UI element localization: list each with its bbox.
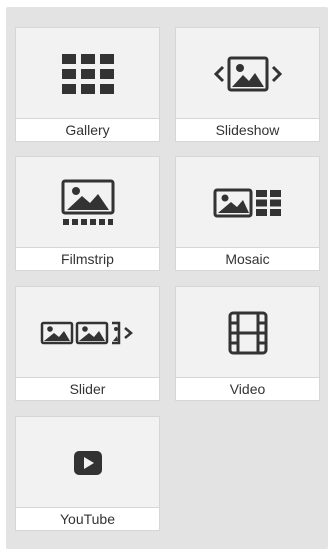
youtube-tile[interactable]: YouTube xyxy=(15,416,160,531)
film-icon xyxy=(228,311,267,355)
filmstrip-icon xyxy=(61,179,114,225)
play-icon xyxy=(73,451,102,475)
mosaic-icon xyxy=(213,188,281,218)
video-tile[interactable]: Video xyxy=(175,286,320,401)
slideshow-icon xyxy=(213,56,282,92)
mosaic-tile[interactable]: Mosaic xyxy=(175,156,320,271)
filmstrip-label: Filmstrip xyxy=(16,247,159,270)
video-label: Video xyxy=(176,377,319,400)
slideshow-tile[interactable]: Slideshow xyxy=(175,27,320,142)
gallery-label: Gallery xyxy=(16,118,159,141)
youtube-label: YouTube xyxy=(16,507,159,530)
gallery-tile[interactable]: Gallery xyxy=(15,27,160,142)
mosaic-label: Mosaic xyxy=(176,247,319,270)
slideshow-label: Slideshow xyxy=(176,118,319,141)
slider-tile[interactable]: Slider xyxy=(15,286,160,401)
slider-label: Slider xyxy=(16,377,159,400)
slider-icon xyxy=(40,321,133,345)
grid-icon xyxy=(61,54,114,94)
filmstrip-tile[interactable]: Filmstrip xyxy=(15,156,160,271)
